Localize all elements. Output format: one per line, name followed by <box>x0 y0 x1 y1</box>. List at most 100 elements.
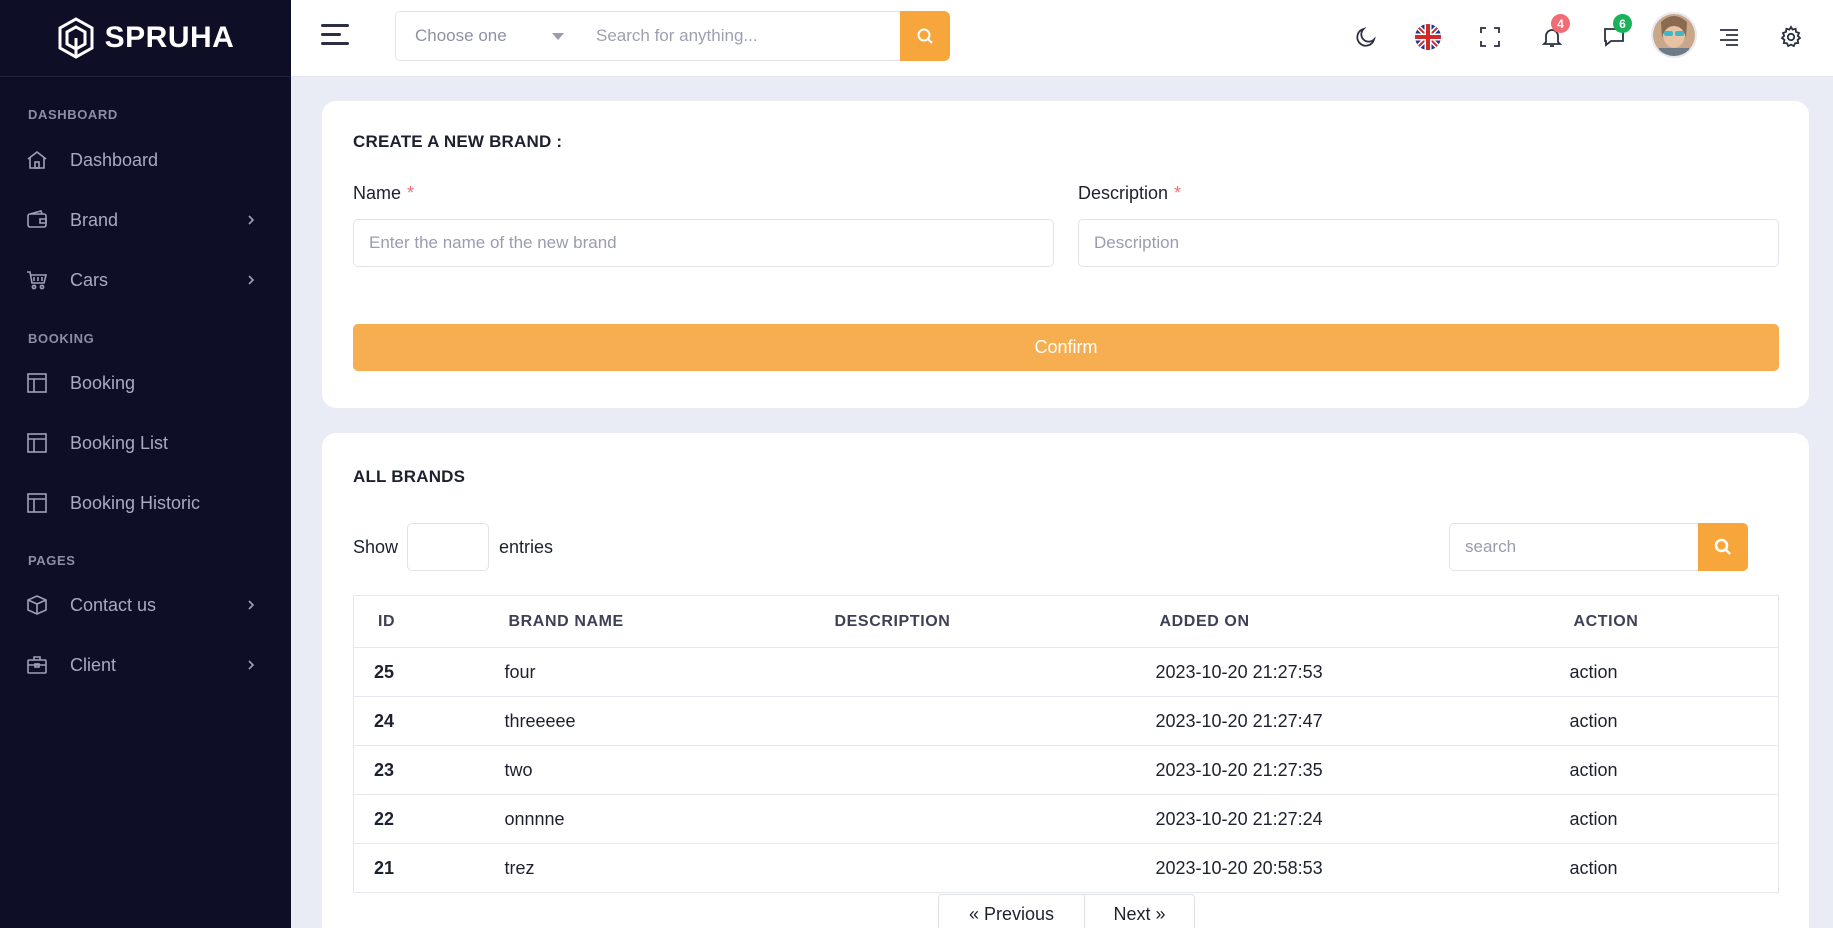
sidebar-item-contact-us[interactable]: Contact us <box>0 585 291 625</box>
fullscreen-icon <box>1480 27 1500 47</box>
category-select[interactable]: Choose one <box>395 11 582 61</box>
table-row: 24 threeeee 2023-10-20 21:27:47 action <box>353 696 1779 746</box>
align-right-icon <box>1720 29 1738 46</box>
fullscreen-button[interactable] <box>1471 18 1509 56</box>
sidebar-item-label: Booking <box>70 372 136 393</box>
header-search-button[interactable] <box>900 11 950 61</box>
sidebar-item-booking-historic[interactable]: Booking Historic <box>0 483 291 523</box>
sidebar-item-label: Booking List <box>70 432 169 453</box>
layout-icon <box>26 492 48 514</box>
cell-description <box>810 696 1136 746</box>
cell-added-on: 2023-10-20 21:27:24 <box>1135 794 1550 844</box>
cell-action[interactable]: action <box>1549 696 1779 746</box>
brand-name-input[interactable] <box>353 219 1054 267</box>
user-avatar[interactable] <box>1651 12 1697 58</box>
sidebar-item-label: Booking Historic <box>70 492 201 513</box>
sidebar-section-booking: BOOKING <box>28 331 95 346</box>
sidebar-item-dashboard[interactable]: Dashboard <box>0 140 291 180</box>
sidebar-item-cars[interactable]: Cars <box>0 260 291 300</box>
show-label: Show <box>353 537 399 557</box>
sidebar-item-booking-list[interactable]: Booking List <box>0 423 291 463</box>
notifications-badge: 4 <box>1551 14 1570 33</box>
required-mark: * <box>1174 183 1182 203</box>
messages-button[interactable]: 6 <box>1595 14 1633 56</box>
cell-added-on: 2023-10-20 21:27:53 <box>1135 647 1550 697</box>
wallet-icon <box>26 209 48 231</box>
sidebar-item-label: Client <box>70 654 117 675</box>
cell-brand-name: two <box>484 745 811 795</box>
sidebar-item-booking[interactable]: Booking <box>0 363 291 403</box>
column-header-id[interactable]: ID <box>353 595 485 648</box>
table-row: 21 trez 2023-10-20 20:58:53 action <box>353 843 1779 893</box>
name-label: Name * <box>353 183 414 204</box>
cell-id: 22 <box>353 794 485 844</box>
table-row: 25 four 2023-10-20 21:27:53 action <box>353 647 1779 697</box>
cell-action[interactable]: action <box>1549 647 1779 697</box>
search-icon <box>917 28 933 44</box>
gear-icon <box>1780 25 1802 48</box>
confirm-button[interactable]: Confirm <box>353 324 1779 371</box>
cell-id: 21 <box>353 843 485 893</box>
cell-description <box>810 843 1136 893</box>
column-header-brand-name[interactable]: BRAND NAME <box>484 595 811 648</box>
column-header-description[interactable]: DESCRIPTION <box>810 595 1136 648</box>
layout-icon <box>26 372 48 394</box>
messages-badge: 6 <box>1613 14 1632 33</box>
chevron-right-icon <box>247 214 261 226</box>
brand-description-input[interactable] <box>1078 219 1779 267</box>
cell-added-on: 2023-10-20 21:27:47 <box>1135 696 1550 746</box>
cell-brand-name: trez <box>484 843 811 893</box>
column-header-added-on[interactable]: ADDED ON <box>1135 595 1550 648</box>
cell-id: 24 <box>353 696 485 746</box>
menu-toggle-icon[interactable] <box>321 24 349 48</box>
dark-mode-toggle[interactable] <box>1347 18 1385 56</box>
uk-flag-icon <box>1415 24 1441 50</box>
sidebar-section-pages: PAGES <box>28 553 76 568</box>
cell-description <box>810 794 1136 844</box>
next-page-button[interactable]: Next » <box>1084 894 1195 928</box>
entries-per-page-input[interactable] <box>407 523 489 571</box>
notifications-button[interactable]: 4 <box>1533 14 1571 56</box>
create-brand-card: CREATE A NEW BRAND : Name* Description* … <box>322 101 1809 408</box>
cell-brand-name: threeeee <box>484 696 811 746</box>
language-selector[interactable] <box>1409 18 1447 56</box>
home-icon <box>26 149 48 171</box>
sidebar-item-label: Contact us <box>70 594 157 615</box>
sidebar-item-label: Brand <box>70 209 119 230</box>
layout-icon <box>26 432 48 454</box>
cell-added-on: 2023-10-20 20:58:53 <box>1135 843 1550 893</box>
table-row: 23 two 2023-10-20 21:27:35 action <box>353 745 1779 795</box>
cell-action[interactable]: action <box>1549 745 1779 795</box>
moon-icon <box>1356 27 1376 47</box>
cell-action[interactable]: action <box>1549 843 1779 893</box>
required-mark: * <box>407 183 415 203</box>
table-header-row: ID BRAND NAME DESCRIPTION ADDED ON ACTIO… <box>353 595 1779 648</box>
header-search-input[interactable] <box>581 11 901 61</box>
caret-down-icon <box>552 33 564 40</box>
sidebar-item-brand[interactable]: Brand <box>0 200 291 240</box>
chevron-right-icon <box>247 274 261 286</box>
top-header: Choose one 4 6 <box>291 0 1833 77</box>
table-search-button[interactable] <box>1698 523 1748 571</box>
cell-brand-name: four <box>484 647 811 697</box>
table-row: 22 onnnne 2023-10-20 21:27:24 action <box>353 794 1779 844</box>
cell-action[interactable]: action <box>1549 794 1779 844</box>
table-search-input[interactable] <box>1449 523 1699 571</box>
settings-button[interactable] <box>1772 18 1810 56</box>
cell-added-on: 2023-10-20 21:27:35 <box>1135 745 1550 795</box>
create-brand-title: CREATE A NEW BRAND : <box>353 132 563 151</box>
all-brands-card: ALL BRANDS Show entries ID BRAND NAME DE… <box>322 433 1809 928</box>
column-header-action[interactable]: ACTION <box>1549 595 1779 648</box>
briefcase-icon <box>26 654 48 676</box>
logo-icon <box>58 17 94 59</box>
cell-description <box>810 647 1136 697</box>
all-brands-title: ALL BRANDS <box>353 467 466 486</box>
logo-text: SPRUHA <box>104 21 235 54</box>
description-label: Description * <box>1078 183 1181 204</box>
sidebar-item-client[interactable]: Client <box>0 645 291 685</box>
entries-label: entries <box>499 537 554 557</box>
sidebar-item-label: Dashboard <box>70 149 159 170</box>
previous-page-button[interactable]: « Previous <box>938 894 1085 928</box>
logo[interactable]: SPRUHA <box>0 0 291 77</box>
right-sidebar-toggle[interactable] <box>1710 18 1748 56</box>
